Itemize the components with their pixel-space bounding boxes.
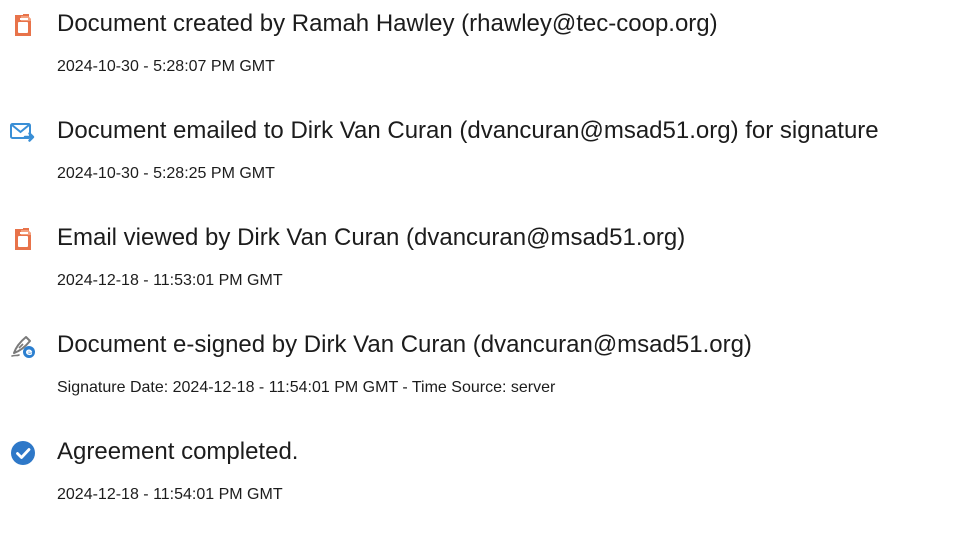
event-title: Document emailed to Dirk Van Curan (dvan…: [57, 117, 879, 144]
event-timestamp: 2024-12-18 - 11:54:01 PM GMT: [57, 486, 283, 503]
email-sent-icon: [10, 119, 36, 145]
event-signature-date: Signature Date: 2024-12-18 - 11:54:01 PM…: [57, 379, 556, 396]
event-title: Agreement completed.: [57, 438, 299, 465]
event-title: Document e-signed by Dirk Van Curan (dva…: [57, 331, 752, 358]
event-timestamp: 2024-10-30 - 5:28:25 PM GMT: [57, 165, 275, 182]
esign-pen-icon: [10, 333, 36, 359]
event-timestamp: 2024-10-30 - 5:28:07 PM GMT: [57, 58, 275, 75]
document-icon: [10, 226, 36, 252]
event-timestamp: 2024-12-18 - 11:53:01 PM GMT: [57, 272, 283, 289]
checkmark-circle-icon: [10, 440, 36, 466]
event-title: Email viewed by Dirk Van Curan (dvancura…: [57, 224, 686, 251]
event-title: Document created by Ramah Hawley (rhawle…: [57, 10, 718, 37]
document-icon: [10, 12, 36, 38]
